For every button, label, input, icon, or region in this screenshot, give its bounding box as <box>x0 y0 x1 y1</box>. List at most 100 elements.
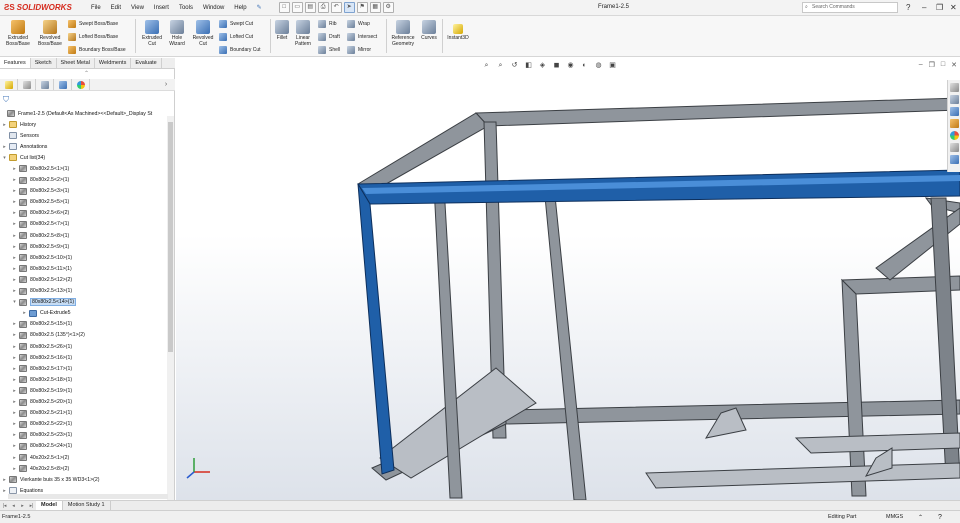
floor-rail-front[interactable] <box>645 462 960 489</box>
expand-toggle-icon[interactable]: ▾ <box>2 155 7 161</box>
tree-item[interactable]: ▸ 80x80x2.5<24>(1) <box>0 441 167 452</box>
tree-item[interactable]: ▸ 80x80x2.5<13>(1) <box>0 286 167 297</box>
design-library-icon[interactable] <box>950 95 959 104</box>
tree-item[interactable]: ▸ 80x80x2.5<17>(1) <box>0 363 167 374</box>
menu-insert[interactable]: Insert <box>149 5 174 11</box>
expand-toggle-icon[interactable]: ▸ <box>12 244 17 250</box>
graphics-viewport[interactable]: ⌕ ⌕ ↺ ◧ ◈ ◼ ◉ ◐ ◍ ▣ – ❐ □ ✕ <box>176 58 960 500</box>
last-tab-icon[interactable]: ▸| <box>27 503 36 509</box>
minimize-icon[interactable]: – <box>922 3 926 12</box>
forum-icon[interactable] <box>950 155 959 164</box>
expand-toggle-icon[interactable]: ▸ <box>12 255 17 261</box>
appearances-icon[interactable] <box>950 131 959 140</box>
expand-toggle-icon[interactable]: ▸ <box>12 321 17 327</box>
tree-item[interactable]: ▸ 80x80x2.5<21>(1) <box>0 408 167 419</box>
expand-toggle-icon[interactable]: ▸ <box>12 166 17 172</box>
expand-toggle-icon[interactable]: ▸ <box>2 122 7 128</box>
expand-toggle-icon[interactable]: ▾ <box>12 299 17 305</box>
tree-item[interactable]: ▸ 80x80x2.5<19>(1) <box>0 385 167 396</box>
save-icon[interactable]: ▤ <box>304 2 316 13</box>
scrollbar-thumb[interactable] <box>168 122 173 352</box>
tree-item[interactable]: ▸ Cut-Extrude5 <box>0 308 167 319</box>
file-explorer-icon[interactable] <box>950 107 959 116</box>
back-top-rail[interactable] <box>474 97 960 127</box>
tree-item[interactable]: ▸ 40x20x2.5<1>(2) <box>0 452 167 463</box>
door-right-post[interactable] <box>543 185 587 500</box>
status-units[interactable]: MMGS <box>886 514 903 520</box>
shell-button[interactable]: Shell <box>318 46 340 54</box>
menu-view[interactable]: View <box>126 5 149 11</box>
expand-toggle-icon[interactable]: ▸ <box>22 310 27 316</box>
expand-toggle-icon[interactable]: ▸ <box>12 399 17 405</box>
open-icon[interactable]: ▭ <box>291 2 303 13</box>
expand-toggle-icon[interactable]: ▸ <box>12 421 17 427</box>
property-manager-tab[interactable] <box>18 79 36 90</box>
lofted-cut-button[interactable]: Lofted Cut <box>219 33 253 41</box>
curves-button[interactable]: Curves <box>419 20 439 41</box>
tree-item[interactable]: ▸ 80x80x2.5<8>(1) <box>0 230 167 241</box>
tab-motion-study[interactable]: Motion Study 1 <box>63 501 111 510</box>
expand-toggle-icon[interactable]: ▸ <box>12 210 17 216</box>
draft-button[interactable]: Draft <box>318 33 340 41</box>
undo-icon[interactable]: ↶ <box>330 2 342 13</box>
tree-item[interactable]: ▸ 80x80x2.5<23>(1) <box>0 430 167 441</box>
mirror-button[interactable]: Mirror <box>347 46 371 54</box>
rib-button[interactable]: Rib <box>318 20 337 28</box>
revolved-cut-button[interactable]: Revolved Cut <box>190 20 216 47</box>
custom-properties-icon[interactable] <box>950 143 959 152</box>
floor-rail-right[interactable] <box>794 432 960 454</box>
right-front-post[interactable] <box>841 278 867 497</box>
tab-features[interactable]: Features <box>0 58 31 68</box>
boundary-cut-button[interactable]: Boundary Cut <box>219 46 261 54</box>
expand-toggle-icon[interactable]: ▸ <box>12 199 17 205</box>
tab-model[interactable]: Model <box>36 501 63 510</box>
expand-toggle-icon[interactable]: ▸ <box>12 377 17 383</box>
expand-toggle-icon[interactable]: ▸ <box>12 277 17 283</box>
expand-toggle-icon[interactable]: ▸ <box>12 332 17 338</box>
tree-item[interactable]: ▸ 80x80x2.5<2>(1) <box>0 175 167 186</box>
close-icon[interactable]: ✕ <box>950 3 957 12</box>
tree-item[interactable]: ▸ 80x80x2.5<10>(1) <box>0 252 167 263</box>
intersect-button[interactable]: Intersect <box>347 33 377 41</box>
selected-left-post[interactable] <box>357 183 395 475</box>
rebuild-icon[interactable]: ⚑ <box>356 2 368 13</box>
options-icon[interactable]: ⚙ <box>382 2 394 13</box>
help-status-icon[interactable]: ? <box>938 514 942 521</box>
file-properties-icon[interactable]: ▦ <box>369 2 381 13</box>
hole-wizard-button[interactable]: Hole Wizard <box>166 20 188 47</box>
linear-pattern-button[interactable]: Linear Pattern <box>292 20 314 47</box>
dimxpert-manager-tab[interactable] <box>54 79 72 90</box>
expand-toggle-icon[interactable]: ▸ <box>12 466 17 472</box>
tree-horizontal-scrollbar[interactable] <box>8 494 168 499</box>
tree-item[interactable]: ▸ 80x80x2.5<11>(1) <box>0 263 167 274</box>
menu-edit[interactable]: Edit <box>106 5 126 11</box>
expand-toggle-icon[interactable]: ▸ <box>12 455 17 461</box>
tab-evaluate[interactable]: Evaluate <box>131 58 162 68</box>
expand-toggle-icon[interactable]: ▸ <box>12 288 17 294</box>
tab-sketch[interactable]: Sketch <box>31 58 57 68</box>
menu-tools[interactable]: Tools <box>174 5 198 11</box>
tab-weldments[interactable]: Weldments <box>95 58 132 68</box>
menu-window[interactable]: Window <box>198 5 229 11</box>
tree-item[interactable]: ▸ History <box>0 119 167 130</box>
help-icon[interactable]: ? <box>906 3 910 12</box>
left-top-rail[interactable] <box>357 112 489 193</box>
tree-item[interactable]: ▾ Cut list(34) <box>0 152 167 163</box>
expand-toggle-icon[interactable]: ▸ <box>12 432 17 438</box>
expand-toggle-icon[interactable]: ▸ <box>2 488 7 494</box>
tab-sheet-metal[interactable]: Sheet Metal <box>57 58 95 68</box>
tree-item[interactable]: ▸ 80x80x2.5 (135°)<1>(2) <box>0 330 167 341</box>
filter-icon[interactable]: ⛉ <box>3 95 9 105</box>
tree-item[interactable]: ▸ 80x80x2.5<1>(1) <box>0 163 167 174</box>
boundary-boss-button[interactable]: Boundary Boss/Base <box>68 46 126 54</box>
expand-toggle-icon[interactable]: ▸ <box>12 366 17 372</box>
view-palette-icon[interactable] <box>950 119 959 128</box>
instant3d-button[interactable]: Instant3D <box>445 24 471 41</box>
expand-toggle-icon[interactable]: ▸ <box>12 233 17 239</box>
unit-dropdown-icon[interactable]: ⌃ <box>918 514 923 521</box>
expand-toggle-icon[interactable]: ▸ <box>12 266 17 272</box>
configuration-manager-tab[interactable] <box>36 79 54 90</box>
expand-toggle-icon[interactable]: ▸ <box>12 344 17 350</box>
search-commands-input[interactable]: ⌕ Search Commands <box>802 2 898 13</box>
tree-item[interactable]: Frame1-2.5 (Default<As Machined><<Defaul… <box>0 108 167 119</box>
